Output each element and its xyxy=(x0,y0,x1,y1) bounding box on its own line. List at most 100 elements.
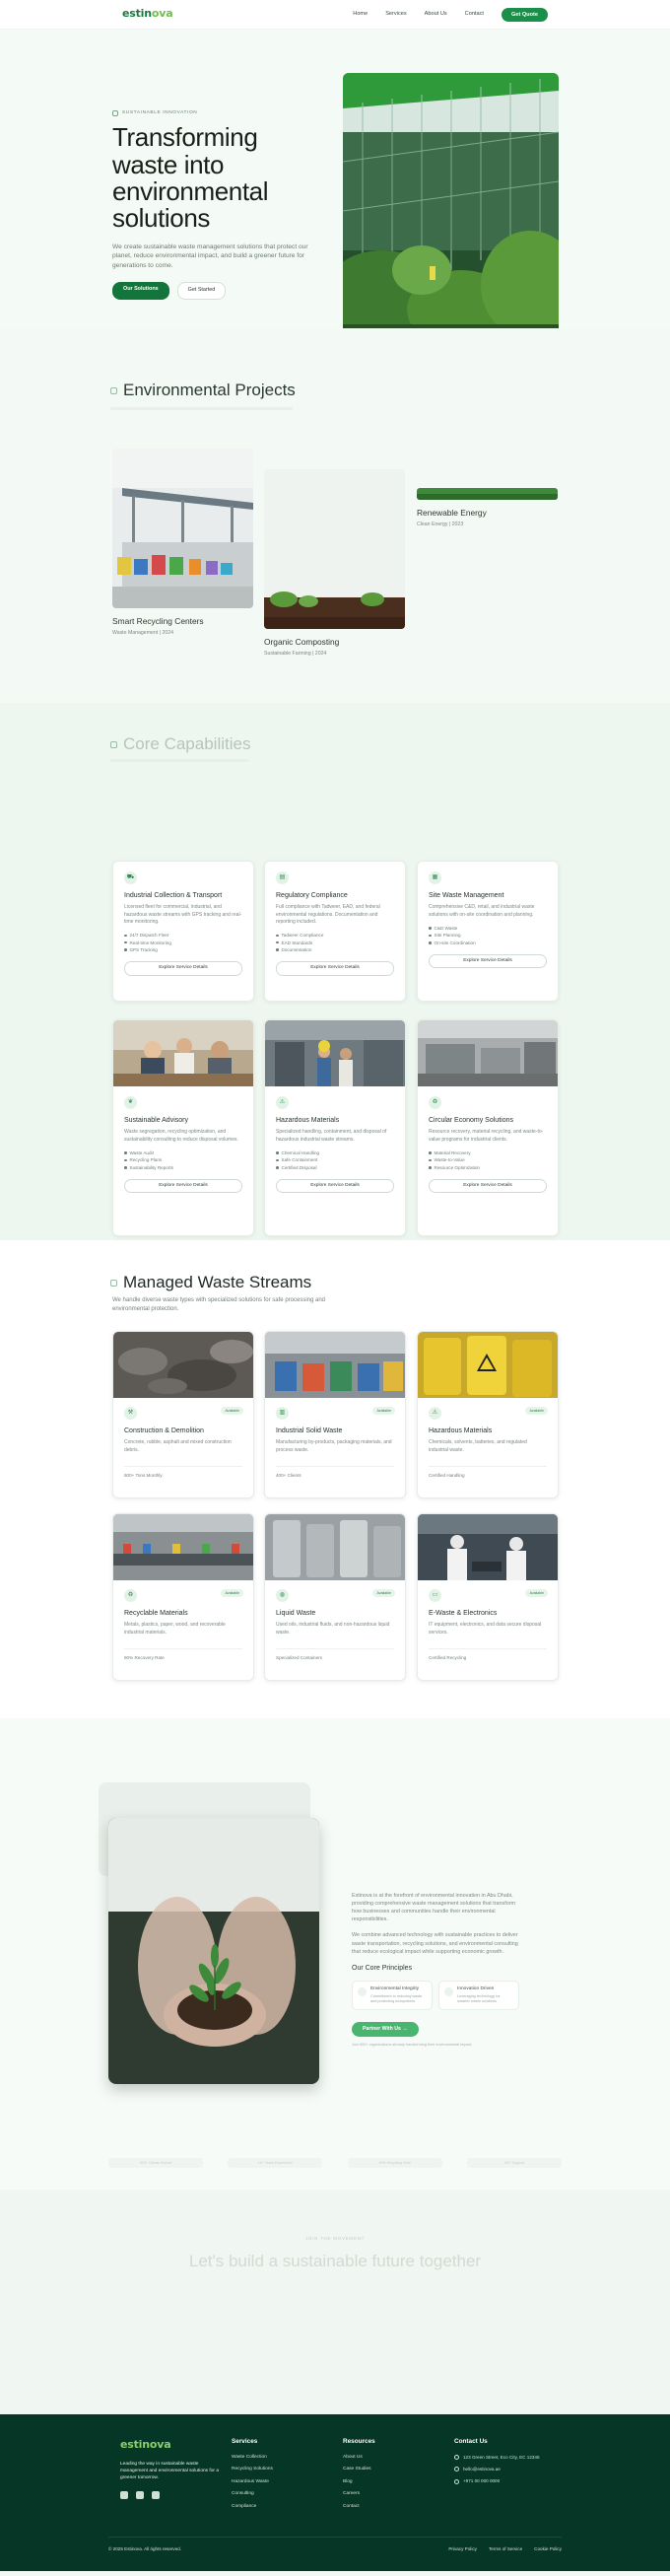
twitter-icon[interactable] xyxy=(152,2490,160,2499)
card-title: Hazardous Materials xyxy=(276,1117,340,1124)
capability-card[interactable]: ♻ Circular Economy Solutions Resource re… xyxy=(417,1019,559,1236)
project-card[interactable]: Smart Recycling Centers Waste Management… xyxy=(112,449,253,637)
footer-link[interactable]: Case Studies xyxy=(343,2467,375,2472)
nav-contact[interactable]: Contact xyxy=(465,11,484,19)
waste-title: Managed Waste Streams xyxy=(110,1272,311,1294)
monitor-icon: ▭ xyxy=(429,1589,441,1602)
explore-button[interactable]: Explore Service Details xyxy=(124,1178,242,1194)
waste-card[interactable]: Available ⚒ Construction & Demolition Conc… xyxy=(112,1331,254,1498)
site-header: estinova Home Services About Us Contact … xyxy=(0,0,670,30)
capability-card[interactable]: ▤ Regulatory Compliance Full compliance … xyxy=(264,861,406,1002)
card-title: Sustainable Advisory xyxy=(124,1117,188,1124)
droplet-icon: ◍ xyxy=(276,1589,289,1602)
footer-link[interactable]: Hazardous Waste xyxy=(232,2479,273,2485)
shield-icon xyxy=(358,1987,367,1997)
footer-tagline: Leading the way in sustainable waste man… xyxy=(120,2461,219,2480)
project-card[interactable]: Organic Composting Sustainable Farming |… xyxy=(264,469,405,658)
principle-card: Environmental Integrity Commitment to red… xyxy=(352,1981,433,2010)
bullet: Waste Audit xyxy=(124,1149,242,1156)
card-title: Liquid Waste xyxy=(276,1610,316,1617)
leaf-icon xyxy=(110,386,117,394)
card-desc: IT equipment, electronics, and data secu… xyxy=(429,1622,542,1636)
footer-link[interactable]: About Us xyxy=(343,2455,375,2461)
project-meta: Clean Energy | 2023 xyxy=(417,522,464,528)
bullet: Safe Containment xyxy=(276,1156,394,1163)
advisory-meeting-image xyxy=(113,1020,253,1086)
explore-button[interactable]: Explore Service Details xyxy=(276,1178,394,1194)
bullet: Documentation xyxy=(276,946,394,953)
footer-link[interactable]: Waste Collection xyxy=(232,2455,273,2461)
footer-logo[interactable]: estinova xyxy=(120,2438,219,2453)
capability-card[interactable]: ▦ Site Waste Management Comprehensive C&… xyxy=(417,861,559,1002)
footer-link[interactable]: Blog xyxy=(343,2479,375,2485)
card-footer: Specialized Containers xyxy=(276,1648,394,1661)
card-title: Industrial Solid Waste xyxy=(276,1427,343,1434)
cookie-link[interactable]: Cookie Policy xyxy=(534,2546,562,2552)
bullet: GPS Tracking xyxy=(124,946,242,953)
footer-link[interactable]: Consulting xyxy=(232,2491,273,2497)
bullet: Material Recovery xyxy=(429,1149,547,1156)
footer-link[interactable]: Careers xyxy=(343,2491,375,2497)
about-note: Join 500+ organizations already transfor… xyxy=(352,2042,473,2047)
principle-name: Environmental Integrity xyxy=(370,1986,420,1992)
logo[interactable]: estinova xyxy=(122,7,173,22)
capability-card[interactable]: ❦ Sustainable Advisory Waste segregation… xyxy=(112,1019,254,1236)
project-meta: Waste Management | 2024 xyxy=(112,630,173,637)
stats-row: 500+ Clients Served 10+ Years Experience… xyxy=(108,2158,562,2168)
capability-card[interactable]: ⛟ Industrial Collection & Transport Lice… xyxy=(112,861,254,1002)
lightbulb-icon xyxy=(444,1987,453,1997)
hero-section: SUSTAINABLE INNOVATION Transforming wast… xyxy=(0,30,670,343)
recycle-icon: ♻ xyxy=(124,1589,137,1602)
card-desc: Used oils, industrial fluids, and non-ha… xyxy=(276,1622,390,1636)
instagram-icon[interactable] xyxy=(120,2490,128,2499)
project-name: Organic Composting xyxy=(264,637,340,647)
waste-card[interactable]: Available ⚠ Hazardous Materials Chemicals,… xyxy=(417,1331,559,1498)
hands-seedling-image xyxy=(108,1818,319,2084)
footer-email[interactable]: hello@estinova.ae xyxy=(454,2467,540,2472)
waste-card[interactable]: Available ▥ Industrial Solid Waste Manufac… xyxy=(264,1331,406,1498)
project-meta: Sustainable Farming | 2024 xyxy=(264,651,327,658)
composting-image xyxy=(264,469,405,629)
explore-button[interactable]: Explore Service Details xyxy=(429,953,547,969)
get-started-button[interactable]: Get Started xyxy=(176,282,227,300)
footer-link[interactable]: Contact xyxy=(343,2504,375,2510)
card-desc: Concrete, rubble, asphalt and mixed cons… xyxy=(124,1439,232,1453)
partner-button[interactable]: Partner With Us → xyxy=(352,2021,419,2037)
liquid-tanks-image xyxy=(265,1514,405,1580)
our-solutions-button[interactable]: Our Solutions xyxy=(112,282,169,300)
nav-services[interactable]: Services xyxy=(385,11,406,19)
explore-button[interactable]: Explore Service Details xyxy=(124,961,242,976)
warning-icon: ⚠ xyxy=(276,1096,289,1109)
stat-item: 500+ Clients Served xyxy=(108,2158,203,2168)
privacy-link[interactable]: Privacy Policy xyxy=(448,2546,477,2552)
waste-card[interactable]: Available ▭ E-Waste & Electronics IT equip… xyxy=(417,1513,559,1681)
arrow-right-icon: → xyxy=(402,2025,408,2032)
bullet: C&D Waste xyxy=(429,925,547,932)
capability-card[interactable]: ⚠ Hazardous Materials Specialized handli… xyxy=(264,1019,406,1236)
linkedin-icon[interactable] xyxy=(136,2490,144,2499)
waste-card[interactable]: Available ♻ Recyclable Materials Metals, p… xyxy=(112,1513,254,1681)
explore-button[interactable]: Explore Service Details xyxy=(276,961,394,976)
available-badge: Available xyxy=(372,1407,395,1415)
available-badge: Available xyxy=(372,1589,395,1597)
card-desc: Waste segregation, recycling optimizatio… xyxy=(124,1129,238,1143)
leaf-icon xyxy=(110,740,117,748)
nav-about[interactable]: About Us xyxy=(425,11,447,19)
footer-link[interactable]: Compliance xyxy=(232,2504,273,2510)
available-badge: Available xyxy=(221,1589,243,1597)
explore-button[interactable]: Explore Service Details xyxy=(429,1178,547,1194)
footer-link[interactable]: Recycling Solutions xyxy=(232,2467,273,2472)
bullet: Waste-to-Value xyxy=(429,1156,547,1163)
recycling-line-image xyxy=(113,1514,253,1580)
waste-card[interactable]: Available ◍ Liquid Waste Used oils, indust… xyxy=(264,1513,406,1681)
recycling-plant-image xyxy=(418,1020,558,1086)
terms-link[interactable]: Terms of Service xyxy=(489,2546,522,2552)
waste-subtitle: We handle diverse waste types with speci… xyxy=(112,1297,326,1312)
about-paragraph: Estinova is at the forefront of environm… xyxy=(352,1893,515,1923)
get-quote-button[interactable]: Get Quote xyxy=(501,7,548,22)
project-card[interactable]: Renewable Energy Clean Energy | 2023 xyxy=(417,488,558,528)
footer-phone[interactable]: +971 00 000 0000 xyxy=(454,2478,540,2484)
bullet: Real-time Monitoring xyxy=(124,940,242,946)
nav-home[interactable]: Home xyxy=(353,11,368,19)
stat-item: 24/7 Support xyxy=(466,2158,562,2168)
